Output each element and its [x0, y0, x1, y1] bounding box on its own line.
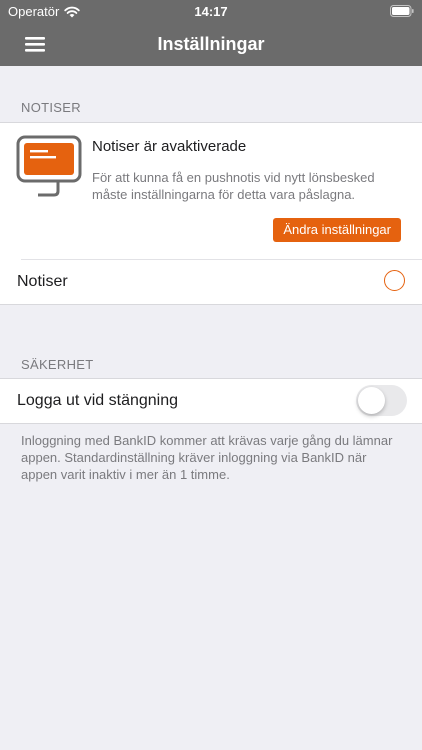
battery-icon: [390, 5, 414, 17]
page-title: Inställningar: [157, 34, 265, 54]
notifications-disabled-text: För att kunna få en pushnotis vid nytt l…: [92, 170, 375, 202]
logout-on-close-toggle[interactable]: [356, 385, 407, 416]
section-header-security: SÄKERHET: [21, 357, 94, 372]
change-settings-button[interactable]: Ändra inställningar: [273, 218, 401, 242]
section-header-notifications: NOTISER: [21, 100, 81, 115]
navigation-bar: Inställningar: [0, 22, 422, 66]
notifications-row[interactable]: Notiser: [0, 260, 422, 304]
logout-on-close-label: Logga ut vid stängning: [17, 392, 179, 409]
notifications-row-label: Notiser: [17, 273, 68, 290]
toggle-knob: [358, 387, 385, 414]
settings-screen: Operatör 14:17 Inställningar NOTISER Not…: [0, 0, 422, 750]
notifications-radio-button[interactable]: [384, 270, 405, 291]
status-bar: Operatör 14:17: [0, 0, 422, 22]
monitor-message-icon: [16, 135, 82, 197]
security-card: Logga ut vid stängning: [0, 378, 422, 424]
status-time: 14:17: [194, 4, 228, 19]
security-footer-text: Inloggning med BankID kommer att krävas …: [21, 433, 393, 482]
top-bar: Operatör 14:17 Inställningar: [0, 0, 422, 66]
notifications-card: Notiser är avaktiverade För att kunna få…: [0, 122, 422, 305]
notifications-disabled-title: Notiser är avaktiverade: [92, 138, 247, 155]
